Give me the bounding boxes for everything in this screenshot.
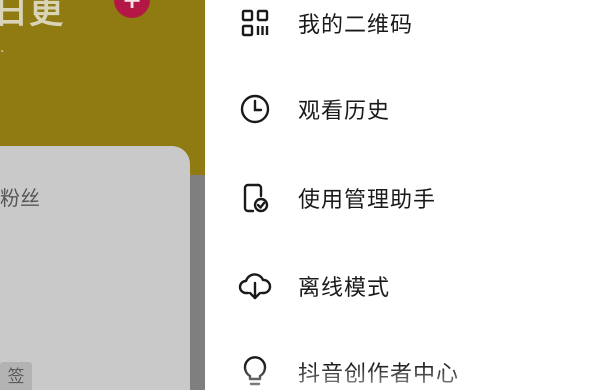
add-button[interactable]: +: [114, 0, 150, 18]
menu-item-label: 我的二维码: [298, 13, 414, 38]
menu-item-usage-manager[interactable]: 使用管理助手: [205, 169, 600, 227]
cloud-download-icon: [237, 268, 273, 304]
fans-label[interactable]: 粉丝: [0, 182, 40, 211]
menu-item-label: 使用管理助手: [298, 188, 437, 213]
side-drawer-menu: 我的二维码 观看历史 使用管理助手 离线模式 抖音创作者中心: [205, 0, 600, 390]
profile-name: 日更: [0, 0, 64, 32]
profile-subtitle: ·: [0, 44, 5, 60]
menu-item-watch-history[interactable]: 观看历史: [205, 80, 600, 138]
phone-check-icon: [237, 180, 273, 216]
menu-item-qr-code[interactable]: 我的二维码: [205, 0, 600, 52]
menu-item-label: 观看历史: [298, 99, 391, 124]
menu-item-label: 离线模式: [298, 276, 391, 301]
tag-chip[interactable]: 签: [0, 362, 32, 390]
clock-icon: [237, 91, 273, 127]
menu-item-offline-mode[interactable]: 离线模式: [205, 257, 600, 315]
qr-code-icon: [237, 5, 273, 41]
menu-item-creator-center[interactable]: 抖音创作者中心: [205, 343, 600, 390]
lightbulb-icon: [237, 354, 273, 390]
profile-page-overlay[interactable]: 日更 + · 粉丝 签: [0, 0, 205, 390]
screen: 日更 + · 粉丝 签 我的二维码 观看历史 使用管理助手 离线模式 抖音创作者…: [0, 0, 600, 390]
menu-item-label: 抖音创作者中心: [298, 362, 460, 387]
